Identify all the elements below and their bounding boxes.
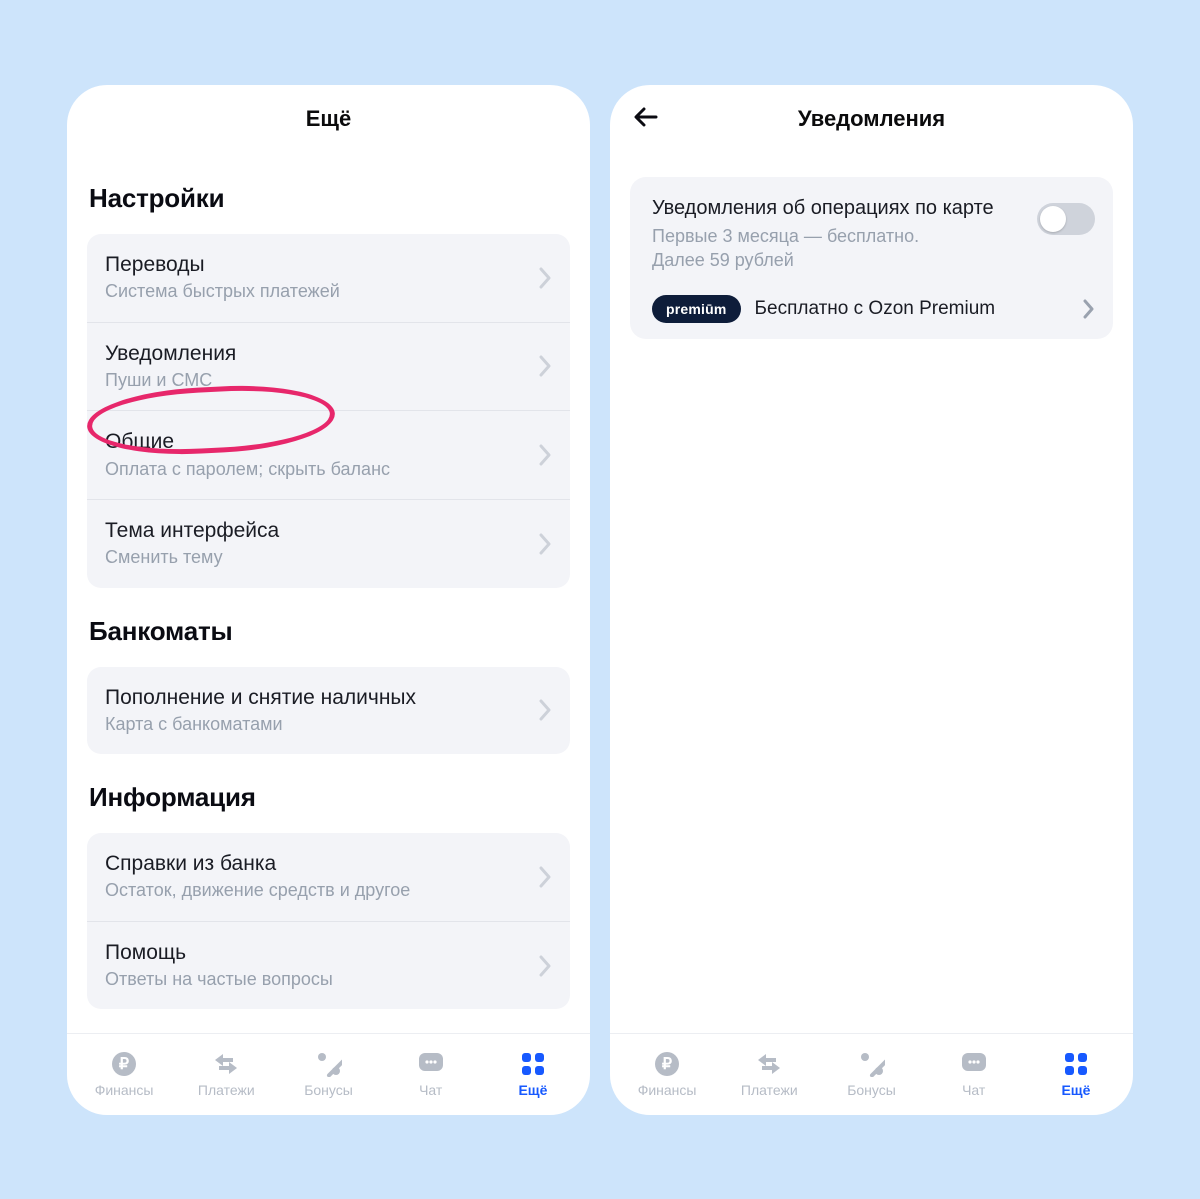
page-title: Уведомления (798, 106, 945, 132)
tab-label: Финансы (638, 1082, 697, 1098)
phone-more-screen: Ещё Настройки Переводы Система быстрых п… (67, 85, 590, 1115)
chevron-right-icon (538, 955, 552, 977)
chevron-right-icon (538, 444, 552, 466)
tab-more[interactable]: Ещё (1025, 1050, 1127, 1098)
row-sub: Остаток, движение средств и другое (105, 879, 530, 902)
section-title-atms: Банкоматы (89, 616, 568, 647)
tab-payments[interactable]: Платежи (175, 1050, 277, 1098)
phone-notifications-screen: Уведомления Уведомления об операциях по … (610, 85, 1133, 1115)
tab-label: Ещё (518, 1082, 547, 1098)
tab-label: Бонусы (304, 1082, 353, 1098)
toggle-operations-notifications[interactable] (1037, 203, 1095, 235)
scroll-content[interactable]: Настройки Переводы Система быстрых плате… (67, 145, 590, 1033)
header: Ещё (67, 85, 590, 145)
row-premium-promo[interactable]: premiūm Бесплатно с Ozon Premium (652, 295, 1095, 323)
card-sub2: Далее 59 рублей (652, 248, 1027, 272)
section-title-info: Информация (89, 782, 568, 813)
tab-label: Платежи (741, 1082, 798, 1098)
grid-icon (517, 1050, 549, 1078)
section-title-settings: Настройки (89, 183, 568, 214)
percent-icon (313, 1050, 345, 1078)
chevron-right-icon (538, 267, 552, 289)
row-sub: Оплата с паролем; скрыть баланс (105, 458, 530, 481)
premium-text: Бесплатно с Ozon Premium (755, 298, 1061, 320)
card-sub1: Первые 3 месяца — бесплатно. (652, 224, 1027, 248)
chevron-right-icon (538, 355, 552, 377)
tabbar: ₽ Финансы Платежи Бонусы Чат Ещ (610, 1033, 1133, 1115)
row-title: Помощь (105, 940, 530, 966)
tabbar: ₽ Финансы Платежи Бонусы Чат Ещ (67, 1033, 590, 1115)
row-sub: Ответы на частые вопросы (105, 968, 530, 991)
row-sub: Карта с банкоматами (105, 713, 530, 736)
chat-icon (958, 1050, 990, 1078)
chevron-right-icon (538, 533, 552, 555)
tab-label: Бонусы (847, 1082, 896, 1098)
svg-text:₽: ₽ (119, 1056, 129, 1073)
back-button[interactable] (632, 103, 660, 131)
tab-more[interactable]: Ещё (482, 1050, 584, 1098)
chat-icon (415, 1050, 447, 1078)
settings-card: Переводы Система быстрых платежей Уведом… (87, 234, 570, 588)
row-title: Тема интерфейса (105, 518, 530, 544)
tab-chat[interactable]: Чат (923, 1050, 1025, 1098)
header: Уведомления (610, 85, 1133, 145)
row-sub: Система быстрых платежей (105, 280, 530, 303)
row-general[interactable]: Общие Оплата с паролем; скрыть баланс (87, 410, 570, 499)
row-theme[interactable]: Тема интерфейса Сменить тему (87, 499, 570, 588)
row-title: Общие (105, 429, 530, 455)
svg-text:₽: ₽ (662, 1056, 672, 1073)
row-cash[interactable]: Пополнение и снятие наличных Карта с бан… (87, 667, 570, 755)
tab-finances[interactable]: ₽ Финансы (616, 1050, 718, 1098)
tab-label: Ещё (1061, 1082, 1090, 1098)
toggle-knob (1040, 206, 1066, 232)
premium-badge-text: premiūm (666, 301, 727, 317)
row-notifications[interactable]: Уведомления Пуши и СМС (87, 322, 570, 411)
card-title: Уведомления об операциях по карте (652, 197, 1027, 220)
tab-label: Чат (419, 1082, 442, 1098)
tab-bonuses[interactable]: Бонусы (820, 1050, 922, 1098)
tab-label: Финансы (95, 1082, 154, 1098)
chevron-right-icon (1083, 299, 1095, 319)
chevron-right-icon (538, 866, 552, 888)
swap-icon (210, 1050, 242, 1078)
premium-badge: premiūm (652, 295, 741, 323)
row-sub: Сменить тему (105, 546, 530, 569)
swap-icon (753, 1050, 785, 1078)
ruble-icon: ₽ (108, 1050, 140, 1078)
row-transfers[interactable]: Переводы Система быстрых платежей (87, 234, 570, 322)
info-card: Справки из банка Остаток, движение средс… (87, 833, 570, 1009)
row-sub: Пуши и СМС (105, 369, 530, 392)
chevron-right-icon (538, 699, 552, 721)
row-help[interactable]: Помощь Ответы на частые вопросы (87, 921, 570, 1010)
page-title: Ещё (306, 106, 351, 132)
card-operations-notifications: Уведомления об операциях по карте Первые… (630, 177, 1113, 339)
tab-finances[interactable]: ₽ Финансы (73, 1050, 175, 1098)
row-title: Уведомления (105, 341, 530, 367)
tab-chat[interactable]: Чат (380, 1050, 482, 1098)
tab-label: Платежи (198, 1082, 255, 1098)
row-title: Справки из банка (105, 851, 530, 877)
percent-icon (856, 1050, 888, 1078)
grid-icon (1060, 1050, 1092, 1078)
row-statements[interactable]: Справки из банка Остаток, движение средс… (87, 833, 570, 921)
row-title: Переводы (105, 252, 530, 278)
tab-payments[interactable]: Платежи (718, 1050, 820, 1098)
tab-bonuses[interactable]: Бонусы (277, 1050, 379, 1098)
scroll-content[interactable]: Уведомления об операциях по карте Первые… (610, 145, 1133, 1033)
row-title: Пополнение и снятие наличных (105, 685, 530, 711)
tab-label: Чат (962, 1082, 985, 1098)
ruble-icon: ₽ (651, 1050, 683, 1078)
atms-card: Пополнение и снятие наличных Карта с бан… (87, 667, 570, 755)
